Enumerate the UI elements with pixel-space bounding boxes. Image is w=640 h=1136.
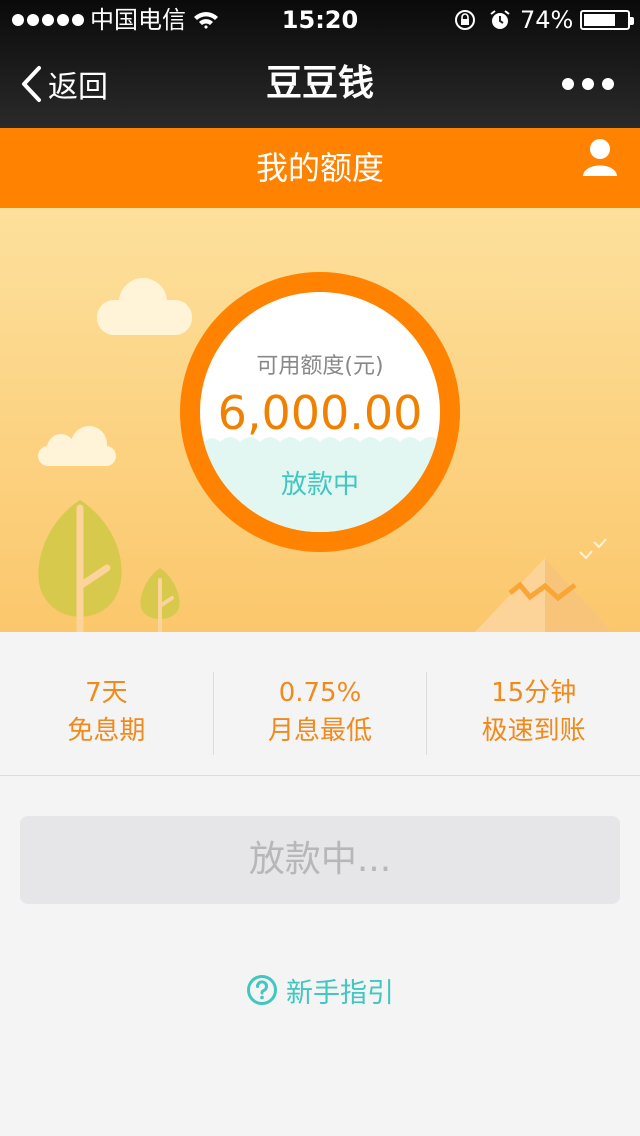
feature-item: 0.75% 月息最低 (212, 672, 427, 755)
feature-item: 7天 免息期 (0, 672, 213, 755)
battery-percent: 74% (520, 6, 574, 34)
quota-hero: 可用额度(元) 6,000.00 放款中 (0, 208, 640, 632)
available-quota-label: 可用额度(元) (256, 354, 384, 379)
user-icon[interactable] (582, 138, 618, 178)
rotation-lock-icon (455, 10, 475, 30)
feature-value: 0.75% (278, 678, 362, 708)
top-bar: 中国电信 15:20 74% 返回 豆豆钱 (0, 0, 640, 128)
feature-item: 15分钟 极速到账 (426, 672, 640, 755)
battery-icon (580, 10, 634, 30)
quota-ring: 可用额度(元) 6,000.00 放款中 (180, 272, 460, 552)
feature-strip: 7天 免息期 0.75% 月息最低 15分钟 极速到账 (0, 632, 640, 776)
beginner-guide-link[interactable]: 新手指引 (0, 968, 640, 1012)
beginner-guide-label: 新手指引 (286, 977, 394, 1009)
feature-value: 15分钟 (491, 678, 577, 708)
available-quota-amount: 6,000.00 (217, 386, 423, 440)
feature-value: 7天 (85, 678, 128, 708)
disbursing-button[interactable]: 放款中... (20, 816, 620, 904)
help-icon (247, 975, 277, 1005)
status-bar: 中国电信 15:20 74% (0, 0, 640, 40)
feature-description: 免息期 (67, 716, 146, 746)
nav-bar: 返回 豆豆钱 (0, 40, 640, 128)
page-title: 豆豆钱 (265, 63, 374, 104)
quota-header-title: 我的额度 (255, 149, 384, 187)
feature-description: 月息最低 (268, 716, 373, 746)
quota-circle: 可用额度(元) 6,000.00 放款中 (200, 292, 440, 532)
feature-description: 极速到账 (481, 716, 586, 746)
more-icon[interactable] (562, 78, 614, 90)
page: 中国电信 15:20 74% 返回 豆豆钱 我的额度 可用额度(元) 6,000… (0, 0, 640, 1136)
disbursement-status: 放款中 (280, 470, 359, 500)
alarm-icon (490, 10, 510, 29)
quota-header: 我的额度 (0, 128, 640, 208)
